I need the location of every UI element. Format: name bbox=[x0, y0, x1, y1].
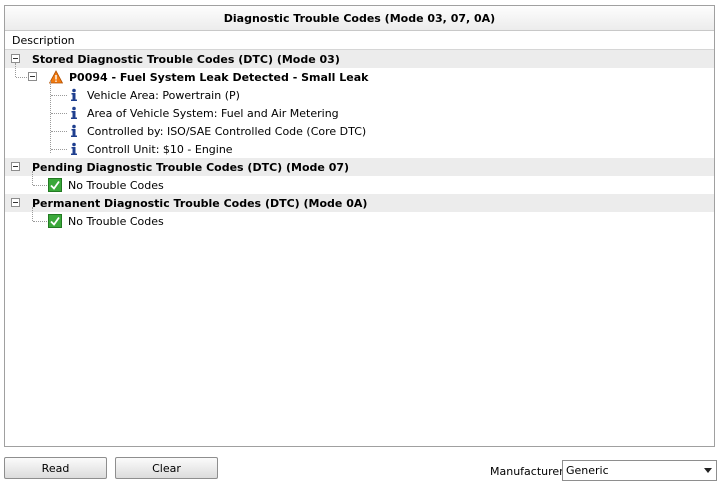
dtc-code-row[interactable]: P0094 - Fuel System Leak Detected - Smal… bbox=[5, 63, 714, 86]
no-codes-label: No Trouble Codes bbox=[68, 214, 164, 228]
ok-check-icon bbox=[48, 178, 62, 192]
detail-row[interactable]: Vehicle Area: Powertrain (P) bbox=[5, 81, 714, 153]
read-button[interactable]: Read bbox=[4, 457, 107, 479]
detail-row[interactable]: Controll Unit: $10 - Engine bbox=[5, 140, 714, 158]
group-label: Permanent Diagnostic Trouble Codes (DTC)… bbox=[32, 196, 368, 210]
detail-row[interactable]: Controlled by: ISO/SAE Controlled Code (… bbox=[5, 122, 714, 140]
collapse-toggle[interactable] bbox=[11, 162, 20, 171]
group-label: Pending Diagnostic Trouble Codes (DTC) (… bbox=[32, 160, 350, 174]
detail-label: Controll Unit: $10 - Engine bbox=[87, 142, 233, 156]
no-codes-row[interactable]: No Trouble Codes bbox=[5, 207, 714, 230]
group-permanent[interactable]: Permanent Diagnostic Trouble Codes (DTC)… bbox=[5, 194, 714, 212]
manufacturer-selected-value: Generic bbox=[566, 464, 609, 477]
detail-label: Vehicle Area: Powertrain (P) bbox=[87, 88, 240, 102]
info-icon bbox=[71, 124, 77, 137]
dtc-panel: Diagnostic Trouble Codes (Mode 03, 07, 0… bbox=[4, 5, 715, 447]
group-pending[interactable]: Pending Diagnostic Trouble Codes (DTC) (… bbox=[5, 158, 714, 176]
info-icon bbox=[71, 142, 77, 155]
collapse-toggle[interactable] bbox=[11, 198, 20, 207]
description-column-header[interactable]: Description bbox=[5, 31, 714, 50]
clear-button[interactable]: Clear bbox=[115, 457, 218, 479]
no-codes-label: No Trouble Codes bbox=[68, 178, 164, 192]
collapse-toggle[interactable] bbox=[11, 54, 20, 63]
info-icon bbox=[71, 106, 77, 119]
panel-title: Diagnostic Trouble Codes (Mode 03, 07, 0… bbox=[5, 6, 714, 31]
manufacturer-select[interactable]: Generic bbox=[562, 460, 717, 481]
info-icon bbox=[71, 88, 77, 101]
group-label: Stored Diagnostic Trouble Codes (DTC) (M… bbox=[32, 52, 340, 66]
dtc-code-label: P0094 - Fuel System Leak Detected - Smal… bbox=[69, 70, 369, 84]
detail-label: Controlled by: ISO/SAE Controlled Code (… bbox=[87, 124, 367, 138]
warning-triangle-icon bbox=[49, 70, 63, 84]
group-stored[interactable]: Stored Diagnostic Trouble Codes (DTC) (M… bbox=[5, 50, 714, 68]
ok-check-icon bbox=[48, 214, 62, 228]
no-codes-row[interactable]: No Trouble Codes bbox=[5, 171, 714, 194]
chevron-down-icon[interactable] bbox=[704, 468, 712, 473]
detail-label: Area of Vehicle System: Fuel and Air Met… bbox=[87, 106, 339, 120]
detail-row[interactable]: Area of Vehicle System: Fuel and Air Met… bbox=[5, 104, 714, 122]
collapse-toggle[interactable] bbox=[28, 72, 37, 81]
manufacturer-label: Manufacturer bbox=[490, 465, 564, 478]
dtc-tree: Stored Diagnostic Trouble Codes (DTC) (M… bbox=[5, 50, 714, 230]
